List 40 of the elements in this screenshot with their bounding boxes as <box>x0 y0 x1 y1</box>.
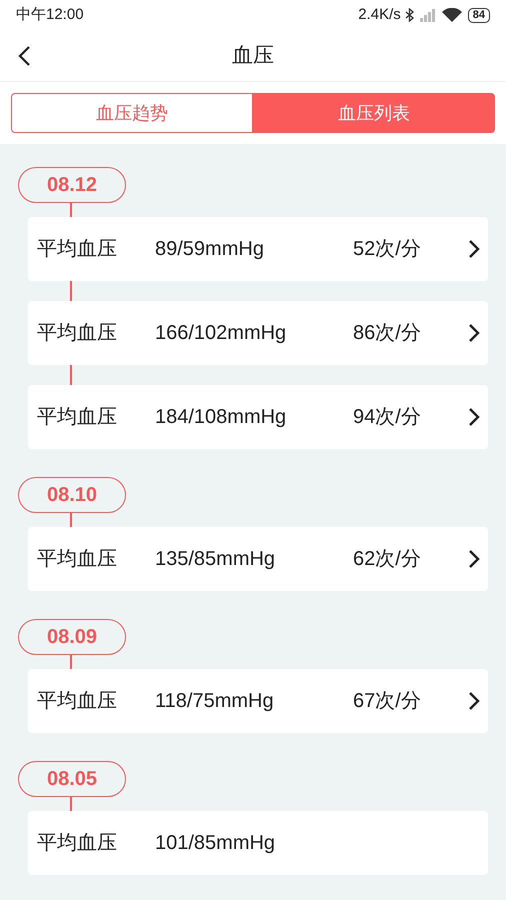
status-time: 中午12:00 <box>16 4 84 25</box>
record-label: 平均血压 <box>37 831 118 856</box>
record-card[interactable]: 平均血压 89/59mmHg 52次/分 <box>28 217 488 281</box>
record-card[interactable]: 平均血压 184/108mmHg 94次/分 <box>28 385 488 449</box>
chevron-right-icon <box>468 691 480 711</box>
battery-icon: 84 <box>468 8 490 22</box>
blood-pressure: 135/85mmHg <box>155 547 276 572</box>
pulse-rate: 94次/分 <box>353 405 422 430</box>
record-card[interactable]: 平均血压 101/85mmHg <box>28 811 488 875</box>
chevron-right-icon <box>468 323 480 343</box>
wifi-icon <box>442 8 462 22</box>
back-icon[interactable] <box>17 44 31 66</box>
date-pill: 08.09 <box>18 619 126 655</box>
record-label: 平均血压 <box>37 547 118 572</box>
pulse-rate: 86次/分 <box>353 321 422 346</box>
pulse-rate: 62次/分 <box>353 547 422 572</box>
network-speed: 2.4K/s <box>358 4 401 25</box>
record-label: 平均血压 <box>37 405 118 430</box>
record-card[interactable]: 平均血压 118/75mmHg 67次/分 <box>28 669 488 733</box>
record-label: 平均血压 <box>37 321 118 346</box>
bluetooth-icon <box>404 8 414 22</box>
blood-pressure: 184/108mmHg <box>155 405 288 430</box>
chevron-right-icon <box>468 407 480 427</box>
record-card[interactable]: 平均血压 135/85mmHg 62次/分 <box>28 527 488 591</box>
pulse-rate: 52次/分 <box>353 237 422 262</box>
record-label: 平均血压 <box>37 689 118 714</box>
record-card[interactable]: 平均血压 166/102mmHg 86次/分 <box>28 301 488 365</box>
blood-pressure: 101/85mmHg <box>155 831 276 856</box>
date-pill: 08.10 <box>18 477 126 513</box>
chevron-right-icon <box>468 239 480 259</box>
signal-icon <box>420 8 436 22</box>
date-pill: 08.05 <box>18 761 126 797</box>
blood-pressure: 89/59mmHg <box>155 237 265 262</box>
record-label: 平均血压 <box>37 237 118 262</box>
chevron-right-icon <box>468 549 480 569</box>
page-title: 血压 <box>232 42 274 69</box>
blood-pressure: 166/102mmHg <box>155 321 288 346</box>
pulse-rate: 67次/分 <box>353 689 422 714</box>
blood-pressure: 118/75mmHg <box>155 689 275 714</box>
date-pill: 08.12 <box>18 167 126 203</box>
